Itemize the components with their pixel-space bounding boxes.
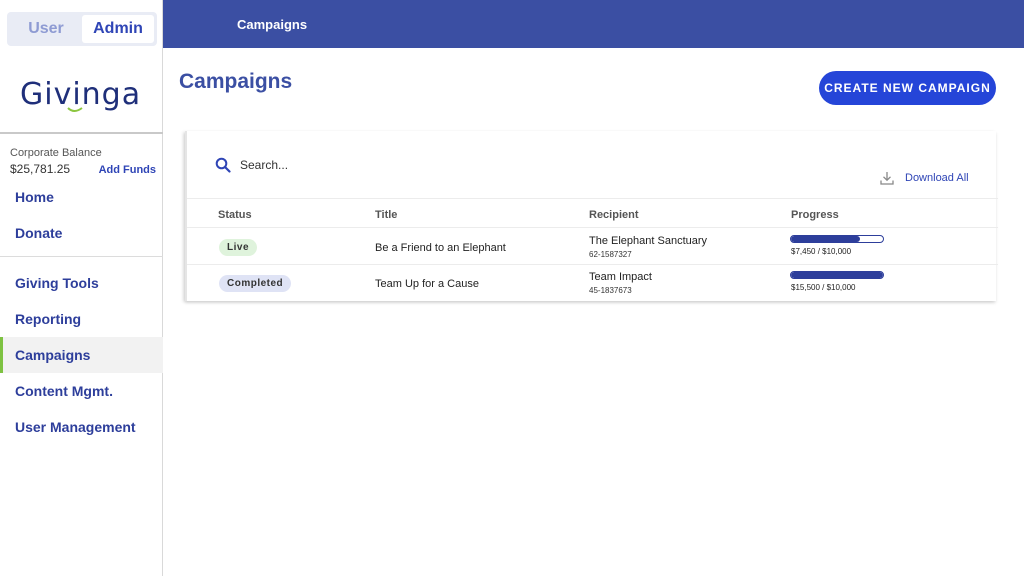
status-badge: Live [219, 239, 258, 256]
role-toggle: User Admin [7, 12, 157, 46]
search-icon[interactable] [215, 157, 231, 173]
download-icon [880, 172, 894, 185]
progress-cell: $15,500 / $10,000 [790, 271, 884, 292]
recipient-ein: 62-1587327 [589, 250, 632, 259]
corporate-balance: Corporate Balance $25,781.25 Add Funds [10, 147, 156, 176]
sidebar-item-reporting[interactable]: Reporting [0, 301, 163, 337]
download-all-label: Download All [905, 172, 969, 184]
top-bar: Campaigns [163, 0, 1024, 48]
nav-divider [0, 256, 163, 257]
search-bar [215, 157, 440, 173]
role-user-option[interactable]: User [10, 15, 82, 43]
search-input[interactable] [240, 158, 440, 172]
recipient-ein: 45-1837673 [589, 286, 632, 295]
progress-bar-fill [791, 272, 883, 278]
sidebar-item-user-management[interactable]: User Management [0, 409, 163, 445]
add-funds-link[interactable]: Add Funds [99, 164, 156, 176]
status-badge: Completed [219, 275, 292, 292]
progress-bar [790, 235, 884, 243]
sidebar-item-content-mgmt[interactable]: Content Mgmt. [0, 373, 163, 409]
progress-text: $7,450 / $10,000 [791, 247, 852, 256]
campaign-title[interactable]: Team Up for a Cause [375, 278, 479, 290]
recipient-cell: The Elephant Sanctuary 62-1587327 [589, 235, 707, 259]
table-header: Status Title Recipient Progress [187, 198, 998, 228]
progress-cell: $7,450 / $10,000 [790, 235, 884, 256]
column-header-progress[interactable]: Progress [791, 209, 839, 221]
progress-bar-fill [791, 236, 860, 242]
logo-text: Givinga [20, 77, 141, 112]
sidebar-item-giving-tools[interactable]: Giving Tools [0, 265, 163, 301]
logo-mark: Givinga [20, 77, 141, 112]
recipient-name: The Elephant Sanctuary [589, 235, 708, 247]
campaigns-table-card: Download All Status Title Recipient Prog… [185, 131, 998, 301]
table-row[interactable]: Completed Team Up for a Cause Team Impac… [187, 267, 998, 301]
campaign-title[interactable]: Be a Friend to an Elephant [375, 242, 506, 254]
balance-label: Corporate Balance [10, 147, 102, 159]
logo: Givinga [18, 70, 148, 114]
sidebar-divider [0, 132, 163, 134]
column-header-recipient[interactable]: Recipient [589, 209, 639, 221]
sidebar-item-campaigns[interactable]: Campaigns [0, 337, 163, 373]
progress-text: $15,500 / $10,000 [791, 283, 856, 292]
create-new-campaign-button[interactable]: CREATE NEW CAMPAIGN [819, 71, 996, 105]
balance-value: $25,781.25 [10, 162, 71, 176]
column-header-title[interactable]: Title [375, 209, 397, 221]
page-title: Campaigns [179, 70, 293, 93]
progress-bar [790, 271, 884, 279]
recipient-cell: Team Impact 45-1837673 [589, 271, 652, 295]
topbar-title: Campaigns [237, 16, 308, 32]
sidebar: User Admin Givinga Corporate Balance $25… [0, 0, 163, 576]
table-row[interactable]: Live Be a Friend to an Elephant The Elep… [187, 231, 998, 265]
column-header-status[interactable]: Status [218, 209, 252, 221]
sidebar-item-home[interactable]: Home [0, 179, 163, 215]
recipient-name: Team Impact [589, 271, 652, 283]
sidebar-nav: Home Donate Giving Tools Reporting Campa… [0, 179, 163, 445]
sidebar-item-donate[interactable]: Donate [0, 215, 163, 251]
download-all-button[interactable]: Download All [880, 171, 969, 185]
role-admin-option[interactable]: Admin [82, 15, 154, 43]
